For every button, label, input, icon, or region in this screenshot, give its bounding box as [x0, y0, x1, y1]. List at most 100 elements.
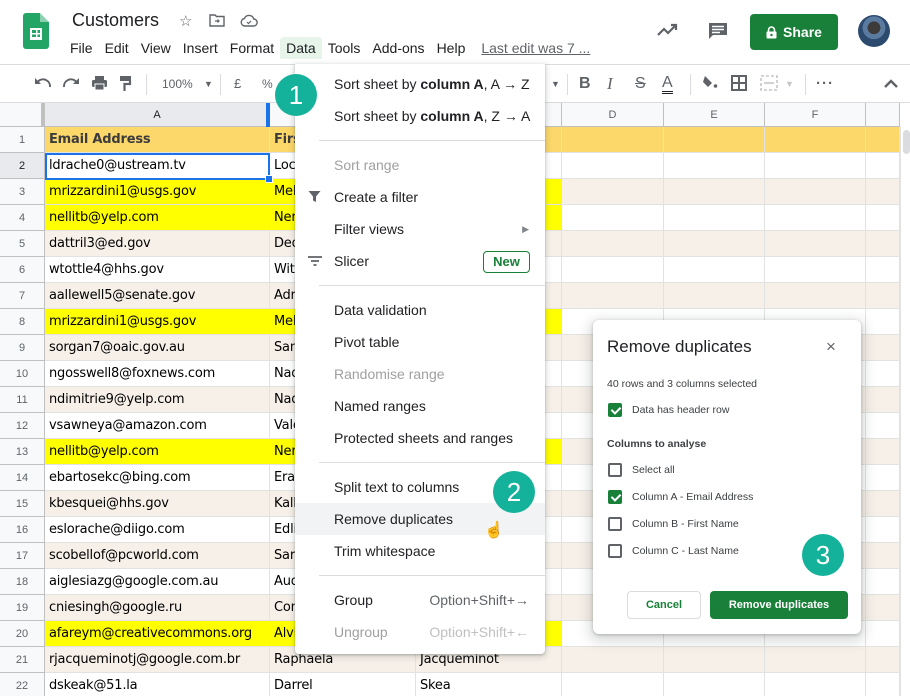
row-header[interactable]: 1 — [0, 127, 45, 153]
cell-col-a[interactable]: kbesquei@hhs.gov — [45, 491, 270, 517]
italic-icon[interactable]: I — [607, 75, 613, 93]
cell-col-a[interactable]: wtottle4@hhs.gov — [45, 257, 270, 283]
cell-col-a[interactable]: Email Address — [45, 127, 270, 153]
row-header[interactable]: 21 — [0, 647, 45, 673]
vertical-scrollbar[interactable] — [900, 127, 910, 696]
cell-col-a[interactable]: ngosswell8@foxnews.com — [45, 361, 270, 387]
cell-col-g[interactable] — [866, 361, 900, 387]
cell-col-a[interactable]: dattril3@ed.gov — [45, 231, 270, 257]
cell-col-g[interactable] — [866, 257, 900, 283]
last-edit-link[interactable]: Last edit was 7 ... — [481, 40, 590, 56]
strikethrough-icon[interactable]: S — [635, 75, 646, 93]
row-header[interactable]: 5 — [0, 231, 45, 257]
row-header[interactable]: 17 — [0, 543, 45, 569]
select-all-checkbox[interactable] — [608, 463, 622, 477]
cell-col-a[interactable]: ndimitrie9@yelp.com — [45, 387, 270, 413]
cell-col-a[interactable]: sorgan7@oaic.gov.au — [45, 335, 270, 361]
row-header[interactable]: 15 — [0, 491, 45, 517]
cell-col-e[interactable] — [664, 647, 765, 673]
column-header-g[interactable] — [866, 103, 900, 127]
merge-dropdown-arrow-icon[interactable]: ▼ — [785, 75, 794, 93]
cell-col-a[interactable]: afareym@creativecommons.org — [45, 621, 270, 647]
menu-item-pivot-table[interactable]: Pivot table — [295, 326, 545, 358]
row-header[interactable]: 12 — [0, 413, 45, 439]
menu-tools[interactable]: Tools — [322, 37, 367, 59]
star-icon[interactable]: ☆ — [179, 12, 192, 30]
comment-icon[interactable] — [708, 22, 728, 40]
text-color-icon[interactable]: A — [662, 75, 673, 94]
cell-col-g[interactable] — [866, 387, 900, 413]
scrollbar-thumb[interactable] — [903, 130, 910, 154]
cell-col-g[interactable] — [866, 673, 900, 696]
cell-col-c[interactable]: Skea — [416, 673, 562, 696]
document-title[interactable]: Customers — [72, 10, 159, 31]
column-header-f[interactable]: F — [765, 103, 866, 127]
row-header[interactable]: 9 — [0, 335, 45, 361]
cell-col-a[interactable]: aallewell5@senate.gov — [45, 283, 270, 309]
cell-col-f[interactable] — [765, 673, 866, 696]
cell-col-g[interactable] — [866, 647, 900, 673]
row-header[interactable]: 11 — [0, 387, 45, 413]
menu-format[interactable]: Format — [224, 37, 280, 59]
cell-col-e[interactable] — [664, 153, 765, 179]
format-currency-button[interactable]: £ — [234, 75, 241, 93]
column-c-checkbox[interactable] — [608, 544, 622, 558]
zoom-dropdown-arrow-icon[interactable]: ▼ — [204, 75, 213, 93]
cell-col-g[interactable] — [866, 153, 900, 179]
menu-edit[interactable]: Edit — [99, 37, 135, 59]
cell-col-g[interactable] — [866, 231, 900, 257]
cell-col-g[interactable] — [866, 205, 900, 231]
cell-col-f[interactable] — [765, 205, 866, 231]
cell-col-g[interactable] — [866, 595, 900, 621]
move-folder-icon[interactable] — [209, 13, 225, 31]
column-b-checkbox[interactable] — [608, 517, 622, 531]
cell-col-d[interactable] — [562, 673, 664, 696]
menu-item-sort-range[interactable]: Sort range — [295, 149, 545, 181]
menu-item-randomise-range[interactable]: Randomise range — [295, 358, 545, 390]
cell-col-a[interactable]: vsawneya@amazon.com — [45, 413, 270, 439]
cell-col-f[interactable] — [765, 179, 866, 205]
menu-view[interactable]: View — [135, 37, 177, 59]
column-a-checkbox[interactable] — [608, 490, 622, 504]
cell-col-e[interactable] — [664, 673, 765, 696]
row-header[interactable]: 7 — [0, 283, 45, 309]
cell-col-a[interactable]: mrizzardini1@usgs.gov — [45, 309, 270, 335]
cell-col-g[interactable] — [866, 569, 900, 595]
cell-col-f[interactable] — [765, 153, 866, 179]
close-icon[interactable]: × — [826, 337, 836, 357]
cell-col-b[interactable]: Darrel — [270, 673, 416, 696]
cell-col-g[interactable] — [866, 127, 900, 153]
column-resize-handle[interactable] — [266, 103, 270, 127]
menu-item-group[interactable]: Group Option+Shift+→ — [295, 584, 545, 616]
format-percent-button[interactable]: % — [262, 75, 273, 93]
cell-col-d[interactable] — [562, 231, 664, 257]
bold-icon[interactable]: B — [579, 75, 591, 93]
menu-item-slicer[interactable]: Slicer New — [295, 245, 545, 277]
borders-icon[interactable] — [731, 75, 747, 96]
menu-item-create-filter[interactable]: Create a filter — [295, 181, 545, 213]
cell-col-g[interactable] — [866, 309, 900, 335]
undo-icon[interactable] — [34, 75, 52, 93]
menu-item-sort-z-a[interactable]: Sort sheet by column A, Z → A — [295, 100, 545, 132]
cell-col-g[interactable] — [866, 621, 900, 647]
cloud-saved-icon[interactable] — [240, 14, 258, 31]
menu-data[interactable]: Data — [280, 37, 322, 59]
cell-col-d[interactable] — [562, 283, 664, 309]
cell-col-g[interactable] — [866, 439, 900, 465]
font-size-dropdown-arrow-icon[interactable]: ▼ — [551, 75, 560, 93]
cell-col-a[interactable]: ebartosekc@bing.com — [45, 465, 270, 491]
cell-col-f[interactable] — [765, 283, 866, 309]
cancel-button[interactable]: Cancel — [627, 591, 701, 619]
cell-col-a[interactable]: nellitb@yelp.com — [45, 205, 270, 231]
cell-col-a[interactable]: mrizzardini1@usgs.gov — [45, 179, 270, 205]
column-header-d[interactable]: D — [562, 103, 664, 127]
column-header-e[interactable]: E — [664, 103, 765, 127]
cell-col-g[interactable] — [866, 465, 900, 491]
cell-col-g[interactable] — [866, 413, 900, 439]
row-header[interactable]: 18 — [0, 569, 45, 595]
cell-col-f[interactable] — [765, 127, 866, 153]
cell-col-e[interactable] — [664, 127, 765, 153]
zoom-select[interactable]: 100% — [162, 75, 193, 93]
merge-cells-icon[interactable] — [760, 75, 778, 96]
cell-col-d[interactable] — [562, 179, 664, 205]
